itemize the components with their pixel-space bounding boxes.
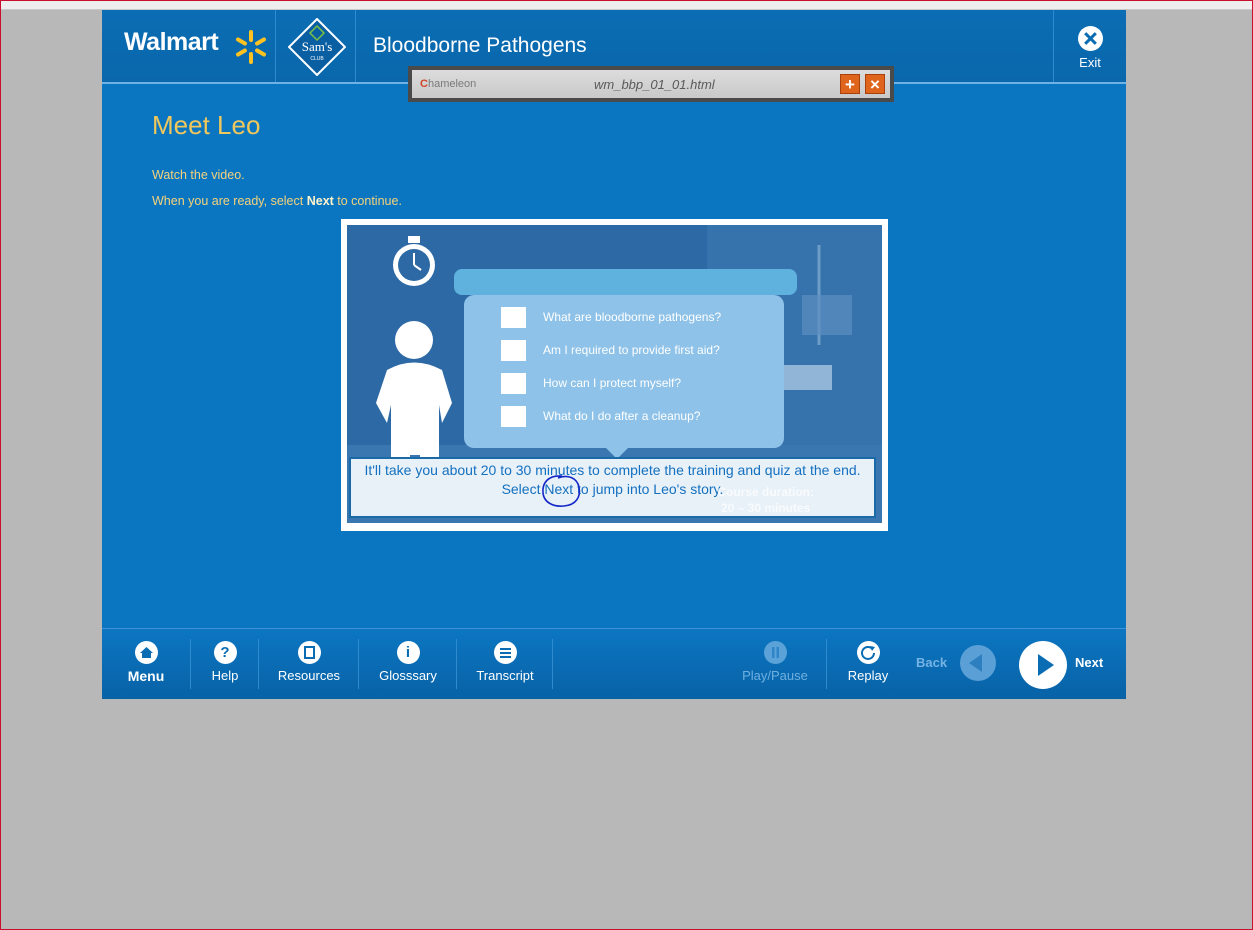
course-player: Walmart Sam's CLUB Bloodborne Pathogens … — [102, 10, 1126, 699]
expand-button[interactable]: + — [840, 74, 860, 94]
back-button[interactable]: Back — [912, 629, 1002, 699]
close-button[interactable]: × — [865, 74, 885, 94]
transcript-button[interactable]: Transcript — [470, 629, 540, 699]
pause-icon — [763, 641, 787, 664]
header-divider — [355, 10, 356, 82]
instruction-text: Watch the video. — [152, 168, 245, 182]
instruction-text: When you are ready, select Next to conti… — [152, 194, 402, 208]
exit-button[interactable]: Exit — [1068, 26, 1112, 74]
sams-club-logo: Sam's CLUB — [288, 18, 346, 76]
recorder-filename: wm_bbp_01_01.html — [594, 77, 715, 92]
checklist-header-bar — [454, 269, 797, 295]
play-pause-button[interactable]: Play/Pause — [738, 629, 812, 699]
checkbox-icon — [501, 406, 526, 427]
nav-divider — [456, 639, 457, 689]
recorder-toolbar: Chameleon wm_bbp_01_01.html + × — [408, 66, 894, 102]
walmart-spark-icon — [236, 30, 266, 64]
nav-divider — [552, 639, 553, 689]
svg-text:Sam's: Sam's — [302, 39, 333, 54]
list-icon — [493, 641, 517, 664]
arrow-left-icon — [960, 645, 996, 681]
resources-button[interactable]: Resources — [272, 629, 346, 699]
navigation-bar: Menu ? Help Resources i Glosssary Transc… — [102, 628, 1126, 699]
checkbox-icon — [501, 307, 526, 328]
video-frame: What are bloodborne pathogens? Am I requ… — [341, 219, 888, 531]
checkbox-icon — [501, 340, 526, 361]
course-title: Bloodborne Pathogens — [373, 34, 587, 57]
checkbox-icon — [501, 373, 526, 394]
nav-divider — [358, 639, 359, 689]
course-duration: Course duration: 20 – 30 minutes — [717, 485, 814, 515]
next-keyword: Next — [306, 194, 334, 208]
nav-divider — [190, 639, 191, 689]
arrow-right-icon — [1019, 641, 1067, 689]
nav-divider — [826, 639, 827, 689]
replay-button[interactable]: Replay — [840, 629, 896, 699]
header-divider — [1053, 10, 1054, 82]
nav-divider — [258, 639, 259, 689]
next-button[interactable]: Next — [1019, 629, 1119, 699]
home-icon — [134, 641, 158, 664]
annotation-circle — [542, 475, 581, 507]
header-divider — [275, 10, 276, 82]
document-icon — [297, 641, 321, 664]
menu-button[interactable]: Menu — [116, 629, 176, 699]
browser-top-strip — [0, 0, 1253, 10]
question-mark-icon: ? — [213, 641, 237, 664]
walmart-logo: Walmart — [124, 28, 219, 56]
help-button[interactable]: ? Help — [200, 629, 250, 699]
exit-label: Exit — [1079, 55, 1101, 70]
close-icon — [1077, 26, 1103, 51]
recorder-logo: Chameleon — [420, 78, 477, 90]
video-caption: It'll take you about 20 to 30 minutes to… — [349, 457, 876, 518]
svg-text:CLUB: CLUB — [310, 56, 324, 62]
glossary-button[interactable]: i Glosssary — [372, 629, 444, 699]
replay-icon — [856, 641, 880, 664]
caption-line: It'll take you about 20 to 30 minutes to… — [364, 462, 861, 478]
question-checklist: What are bloodborne pathogens? Am I requ… — [464, 295, 784, 448]
video-player[interactable]: What are bloodborne pathogens? Am I requ… — [347, 225, 882, 523]
info-icon: i — [396, 641, 420, 664]
page-title: Meet Leo — [152, 110, 261, 140]
